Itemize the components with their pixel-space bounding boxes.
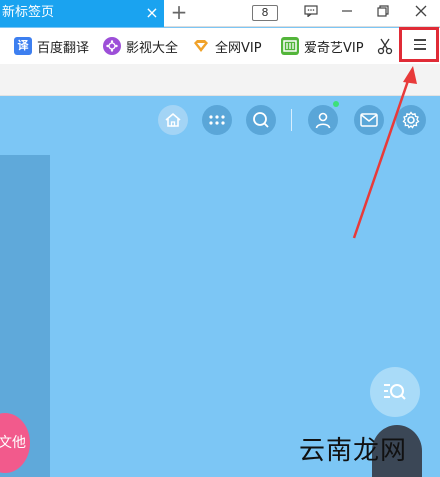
- browser-window: 新标签页 × + 8 译 百度翻译 影视大全 全网VIP 爱奇艺VIP 文他 云…: [0, 0, 440, 477]
- bookmark-film-collection[interactable]: 影视大全: [103, 28, 178, 64]
- minimize-icon[interactable]: [332, 0, 362, 27]
- tab-close-icon[interactable]: ×: [142, 0, 162, 27]
- new-tab-content: [0, 96, 440, 477]
- bookmark-label: 全网VIP: [215, 40, 262, 56]
- close-window-icon[interactable]: [406, 0, 436, 27]
- tab-count-badge[interactable]: 8: [252, 5, 278, 21]
- film-icon: [103, 37, 121, 55]
- iqiyi-icon: [281, 37, 299, 55]
- chat-search-icon: [384, 384, 406, 400]
- user-icon[interactable]: [308, 105, 338, 135]
- home-icon[interactable]: [158, 105, 188, 135]
- toolbar-divider: [291, 109, 292, 131]
- bookmark-iqiyi-vip[interactable]: 爱奇艺VIP: [281, 28, 364, 64]
- bookmark-label: 爱奇艺VIP: [304, 40, 364, 56]
- translate-icon: 译: [14, 37, 32, 55]
- restore-icon[interactable]: [368, 0, 398, 27]
- bookmark-baidu-translate[interactable]: 译 百度翻译: [14, 28, 89, 64]
- mail-icon[interactable]: [354, 105, 384, 135]
- tab-new-tab[interactable]: 新标签页: [0, 0, 164, 27]
- menu-button[interactable]: [399, 27, 439, 62]
- watermark-text: 云南龙网: [299, 436, 408, 466]
- feedback-button[interactable]: [370, 367, 420, 417]
- vip-icon: [192, 37, 210, 55]
- notification-dot: [333, 101, 339, 107]
- search-icon[interactable]: [246, 105, 276, 135]
- scissors-icon[interactable]: [376, 28, 394, 64]
- menu-icon: [414, 39, 426, 53]
- bookmarks-bar: 译 百度翻译 影视大全 全网VIP 爱奇艺VIP: [0, 28, 440, 64]
- settings-icon[interactable]: [396, 105, 426, 135]
- bookmark-label: 百度翻译: [37, 40, 90, 56]
- tab-label: 新标签页: [2, 5, 55, 20]
- address-bar-strip: [0, 64, 440, 96]
- chat-icon[interactable]: [296, 0, 326, 27]
- tab-bar: 新标签页 × + 8: [0, 0, 440, 27]
- bookmark-full-vip[interactable]: 全网VIP: [192, 28, 262, 64]
- bookmark-label: 影视大全: [126, 40, 179, 56]
- new-tab-button[interactable]: +: [168, 0, 190, 27]
- apps-icon[interactable]: [202, 105, 232, 135]
